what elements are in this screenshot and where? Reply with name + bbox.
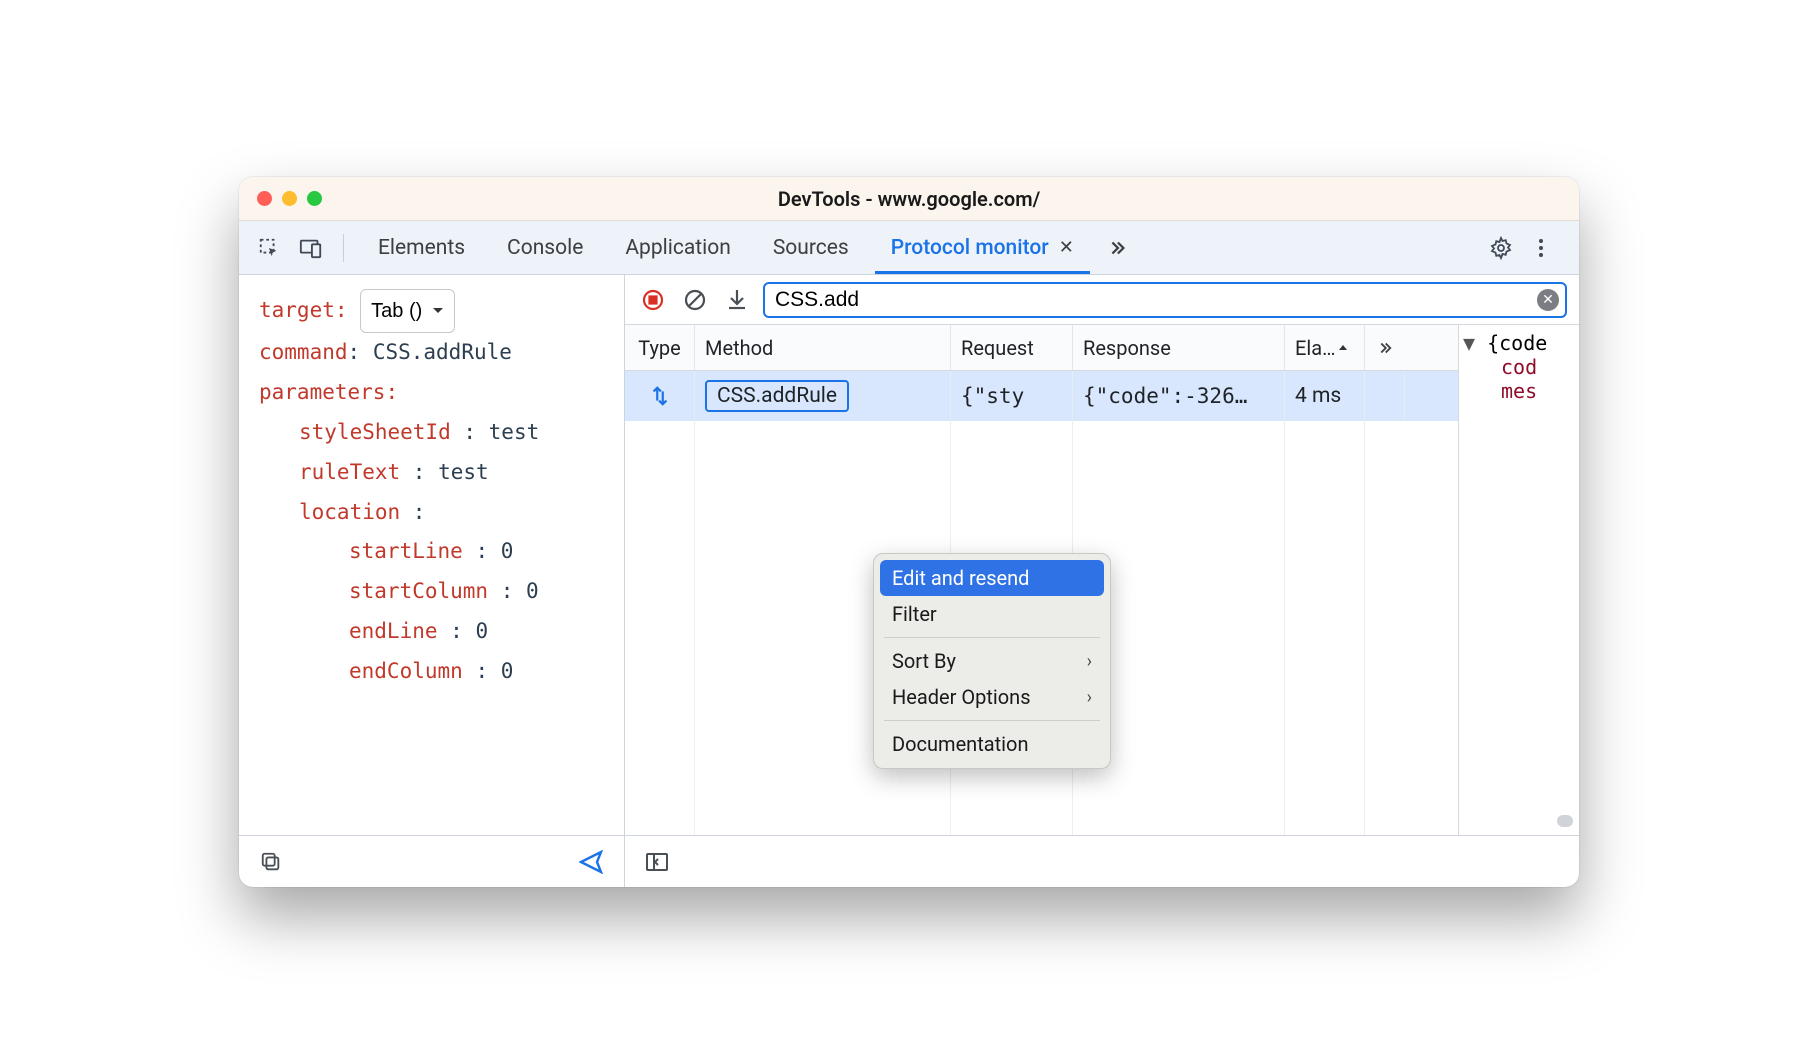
main-tabs: Elements Console Application Sources Pro… bbox=[239, 221, 1579, 275]
close-window-button[interactable] bbox=[257, 191, 272, 206]
devtools-window: DevTools - www.google.com/ Elements Cons… bbox=[239, 177, 1579, 887]
command-editor-footer bbox=[239, 835, 624, 887]
chevron-right-icon: › bbox=[1087, 651, 1092, 672]
send-command-button[interactable] bbox=[576, 846, 608, 878]
cell-response: {"code":-326… bbox=[1073, 371, 1285, 421]
content-area: target: Tab () command: CSS.addRule para… bbox=[239, 275, 1579, 887]
sort-asc-icon bbox=[1338, 343, 1348, 353]
log-footer bbox=[625, 835, 1579, 887]
ctx-sort-by[interactable]: Sort By › bbox=[880, 643, 1104, 679]
command-editor-panel: target: Tab () command: CSS.addRule para… bbox=[239, 275, 625, 887]
inspect-element-icon[interactable] bbox=[253, 232, 285, 264]
ctx-header-options[interactable]: Header Options › bbox=[880, 679, 1104, 715]
tabs-container: Elements Console Application Sources Pro… bbox=[360, 221, 1136, 274]
ctx-separator bbox=[884, 720, 1100, 721]
target-select[interactable]: Tab () bbox=[360, 289, 455, 333]
save-button[interactable] bbox=[721, 284, 753, 316]
details-panel[interactable]: ▼ {code cod mes bbox=[1459, 325, 1579, 835]
close-tab-icon[interactable]: ✕ bbox=[1059, 237, 1074, 258]
device-mode-icon[interactable] bbox=[295, 232, 327, 264]
settings-icon[interactable] bbox=[1485, 232, 1517, 264]
chevron-down-icon bbox=[432, 307, 444, 315]
horizontal-scrollbar[interactable] bbox=[1459, 815, 1573, 827]
header-type[interactable]: Type bbox=[625, 325, 695, 370]
param-stylesheetid-key: styleSheetId bbox=[299, 420, 451, 444]
header-response[interactable]: Response bbox=[1073, 325, 1285, 370]
param-startline-key: startLine bbox=[349, 539, 463, 563]
target-key: target bbox=[259, 298, 335, 322]
param-endline-key: endLine bbox=[349, 619, 438, 643]
clear-filter-icon[interactable]: ✕ bbox=[1537, 289, 1559, 311]
param-stylesheetid-value[interactable]: test bbox=[489, 420, 540, 444]
details-key-code: cod bbox=[1501, 355, 1537, 379]
window-title: DevTools - www.google.com/ bbox=[239, 187, 1579, 211]
window-controls bbox=[239, 191, 322, 206]
param-ruletext-value[interactable]: test bbox=[438, 460, 489, 484]
parameters-key: parameters bbox=[259, 380, 385, 404]
target-select-value: Tab () bbox=[371, 292, 422, 330]
toggle-drawer-icon[interactable] bbox=[641, 846, 673, 878]
maximize-window-button[interactable] bbox=[307, 191, 322, 206]
tab-sources[interactable]: Sources bbox=[755, 221, 867, 274]
cell-type bbox=[625, 371, 695, 421]
command-value[interactable]: CSS.addRule bbox=[373, 340, 512, 364]
cell-request: {"sty bbox=[951, 371, 1073, 421]
ctx-documentation[interactable]: Documentation bbox=[880, 726, 1104, 762]
command-editor-body: target: Tab () command: CSS.addRule para… bbox=[239, 275, 624, 835]
table-row[interactable]: CSS.addRule {"sty {"code":-326… 4 ms bbox=[625, 371, 1458, 421]
minimize-window-button[interactable] bbox=[282, 191, 297, 206]
titlebar: DevTools - www.google.com/ bbox=[239, 177, 1579, 221]
param-endcolumn-value[interactable]: 0 bbox=[501, 659, 514, 683]
more-tabs-icon[interactable] bbox=[1098, 221, 1136, 274]
param-endline-value[interactable]: 0 bbox=[475, 619, 488, 643]
cell-method: CSS.addRule bbox=[695, 371, 951, 421]
copy-icon[interactable] bbox=[255, 846, 287, 878]
tab-console[interactable]: Console bbox=[489, 221, 601, 274]
header-elapsed[interactable]: Ela… bbox=[1285, 325, 1365, 370]
cell-elapsed: 4 ms bbox=[1285, 371, 1365, 421]
tab-application[interactable]: Application bbox=[607, 221, 748, 274]
tab-protocol-monitor[interactable]: Protocol monitor ✕ bbox=[873, 221, 1092, 274]
details-root: {code bbox=[1487, 331, 1547, 355]
log-toolbar: ✕ bbox=[625, 275, 1579, 325]
expand-toggle-icon[interactable]: ▼ bbox=[1463, 331, 1475, 355]
record-button[interactable] bbox=[637, 284, 669, 316]
table-header: Type Method Request Response Ela… bbox=[625, 325, 1458, 371]
header-method[interactable]: Method bbox=[695, 325, 951, 370]
sent-received-icon bbox=[649, 385, 671, 407]
param-startcolumn-value[interactable]: 0 bbox=[526, 579, 539, 603]
filter-input[interactable] bbox=[763, 282, 1567, 318]
separator bbox=[343, 234, 344, 262]
header-request[interactable]: Request bbox=[951, 325, 1073, 370]
ctx-edit-resend[interactable]: Edit and resend bbox=[880, 560, 1104, 596]
tab-protocol-monitor-label: Protocol monitor bbox=[891, 236, 1049, 260]
param-endcolumn-key: endColumn bbox=[349, 659, 463, 683]
ctx-filter[interactable]: Filter bbox=[880, 596, 1104, 632]
tab-elements[interactable]: Elements bbox=[360, 221, 483, 274]
context-menu: Edit and resend Filter Sort By › Header … bbox=[873, 553, 1111, 769]
param-startcolumn-key: startColumn bbox=[349, 579, 488, 603]
chevron-right-icon: › bbox=[1087, 687, 1092, 708]
clear-button[interactable] bbox=[679, 284, 711, 316]
param-startline-value[interactable]: 0 bbox=[501, 539, 514, 563]
param-location-key: location bbox=[299, 500, 400, 524]
protocol-log-panel: ✕ Type Method Request Response Ela… bbox=[625, 275, 1579, 887]
param-ruletext-key: ruleText bbox=[299, 460, 400, 484]
kebab-menu-icon[interactable] bbox=[1525, 232, 1557, 264]
header-more-columns[interactable] bbox=[1365, 325, 1405, 370]
command-key: command bbox=[259, 340, 348, 364]
ctx-separator bbox=[884, 637, 1100, 638]
details-key-message: mes bbox=[1501, 379, 1537, 403]
